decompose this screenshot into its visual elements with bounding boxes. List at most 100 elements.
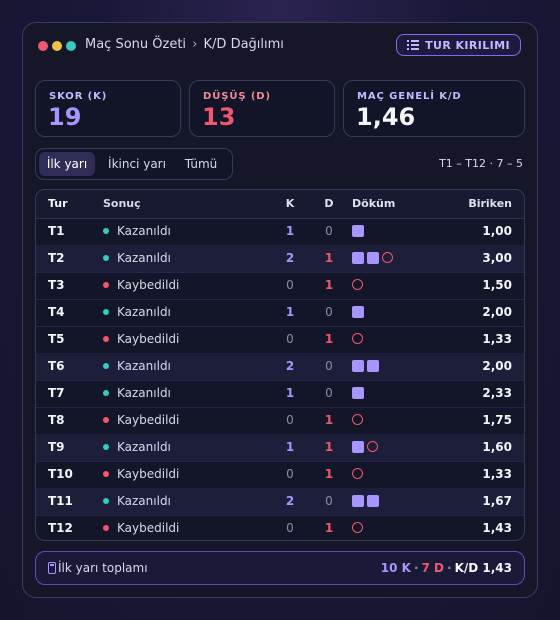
kill-square-icon [367, 360, 379, 372]
table-row[interactable]: T9 Kazanıldı 1 1 1,60 [36, 434, 524, 462]
round-label: T7 [48, 386, 65, 400]
result-label: Kaybedildi [117, 332, 180, 346]
result: Kazanıldı [103, 245, 171, 272]
table-row[interactable]: T3 Kaybedildi 0 1 1,50 [36, 272, 524, 300]
breakdown-cell [352, 225, 364, 237]
table-row[interactable]: T5 Kaybedildi 0 1 1,33 [36, 326, 524, 354]
kill-square-icon [352, 306, 364, 318]
table-row[interactable]: T10 Kaybedildi 0 1 1,33 [36, 461, 524, 489]
kills-cell: 0 [286, 332, 294, 346]
window-maximize-dot[interactable] [66, 41, 76, 51]
window-close-dot[interactable] [38, 41, 48, 51]
deaths-cell: 0 [325, 224, 333, 238]
kills-cell: 0 [286, 278, 294, 292]
window-minimize-dot[interactable] [52, 41, 62, 51]
kd-panel: Maç Sonu Özeti › K/D Dağılımı TUR KIRILI… [22, 22, 538, 598]
kill-square-icon [352, 360, 364, 372]
breakdown-cell [352, 387, 364, 399]
kill-square-icon [367, 495, 379, 507]
result: Kazanıldı [103, 353, 171, 380]
table-row[interactable]: T11 Kazanıldı 2 0 1,67 [36, 488, 524, 516]
result-label: Kazanıldı [117, 305, 171, 319]
breadcrumb: Maç Sonu Özeti › K/D Dağılımı [85, 37, 284, 52]
cumulative-cell: 1,75 [482, 413, 512, 427]
result-label: Kazanıldı [117, 440, 171, 454]
breakdown-cell [352, 522, 363, 533]
cumulative-cell: 2,00 [482, 305, 512, 319]
kills-cell: 1 [285, 224, 295, 238]
round-breakdown-label: TUR KIRILIMI [425, 38, 510, 52]
breakdown-cell [352, 252, 393, 264]
half-tabs: İlk yarı İkinci yarı Tümü [35, 148, 233, 180]
win-dot-icon [103, 363, 109, 369]
result: Kaybedildi [103, 272, 179, 299]
win-dot-icon [103, 228, 109, 234]
kills-cell: 0 [286, 467, 294, 481]
death-circle-icon [367, 441, 378, 452]
breakdown-cell [352, 360, 379, 372]
result: Kazanıldı [103, 380, 171, 407]
round-label: T5 [48, 332, 65, 346]
round-table: Tur Sonuç K D Döküm Biriken T1 Kazanıldı 1… [35, 189, 525, 541]
kills-cell: 0 [286, 413, 294, 427]
cumulative-cell: 2,00 [482, 359, 512, 373]
win-dot-icon [103, 390, 109, 396]
kills-cell: 2 [285, 359, 295, 373]
result: Kaybedildi [103, 326, 179, 353]
deaths-label: DÜŞÜŞ (D) [203, 91, 271, 102]
result-label: Kaybedildi [117, 413, 180, 427]
round-label: T8 [48, 413, 65, 427]
breadcrumb-current: K/D Dağılımı [203, 37, 284, 52]
cumulative-cell: 1,43 [482, 521, 512, 535]
result-label: Kazanıldı [117, 224, 171, 238]
kills-cell: 0 [286, 521, 294, 535]
breadcrumb-parent[interactable]: Maç Sonu Özeti [85, 37, 186, 52]
list-icon [407, 40, 420, 50]
result-label: Kaybedildi [117, 278, 180, 292]
total-label: İlk yarı toplamı [58, 561, 148, 575]
table-row[interactable]: T6 Kazanıldı 2 0 2,00 [36, 353, 524, 381]
kd-card: MAÇ GENELİ K/D 1,46 [343, 80, 525, 137]
loss-dot-icon [103, 336, 109, 342]
deaths-value: 13 [202, 103, 236, 131]
cumulative-cell: 1,60 [482, 440, 512, 454]
total-value: 10 K · 7 D · K/D 1,43 [381, 561, 512, 575]
table-row[interactable]: T1 Kazanıldı 1 0 1,00 [36, 218, 524, 246]
table-row[interactable]: T7 Kazanıldı 1 0 2,33 [36, 380, 524, 408]
result: Kaybedildi [103, 407, 179, 434]
tab-first-half[interactable]: İlk yarı [39, 152, 95, 176]
title-bar: Maç Sonu Özeti › K/D Dağılımı TUR KIRILI… [37, 34, 523, 59]
table-row[interactable]: T2 Kazanıldı 2 1 3,00 [36, 245, 524, 273]
total-deaths: 7 D [421, 561, 445, 575]
deaths-cell: 1 [324, 332, 334, 346]
deaths-cell: 1 [324, 413, 334, 427]
breakdown-cell [352, 279, 363, 290]
cumulative-cell: 1,67 [482, 494, 512, 508]
round-range: T1 – T12 · 7 – 5 [439, 157, 523, 170]
cumulative-cell: 2,33 [482, 386, 512, 400]
table-row[interactable]: T8 Kaybedildi 0 1 1,75 [36, 407, 524, 435]
deaths-cell: 0 [325, 359, 333, 373]
result: Kazanıldı [103, 488, 171, 515]
win-dot-icon [103, 255, 109, 261]
table-row[interactable]: T12 Kaybedildi 0 1 1,43 [36, 515, 524, 540]
round-label: T10 [48, 467, 73, 481]
cumulative-cell: 1,50 [482, 278, 512, 292]
result-label: Kazanıldı [117, 494, 171, 508]
kills-value: 19 [48, 103, 82, 131]
cumulative-cell: 3,00 [482, 251, 512, 265]
table-row[interactable]: T4 Kazanıldı 1 0 2,00 [36, 299, 524, 327]
deaths-cell: 1 [324, 521, 334, 535]
round-label: T11 [48, 494, 73, 508]
kill-square-icon [352, 495, 364, 507]
table-header: Tur Sonuç K D Döküm Biriken [36, 190, 524, 219]
total-sep-2: · [447, 561, 452, 575]
tab-second-half[interactable]: İkinci yarı [102, 152, 172, 176]
deaths-cell: 0 [325, 386, 333, 400]
header-k: K [285, 197, 295, 210]
death-circle-icon [352, 522, 363, 533]
round-breakdown-button[interactable]: TUR KIRILIMI [396, 34, 521, 56]
breakdown-cell [352, 441, 378, 453]
tab-all[interactable]: Tümü [176, 152, 226, 176]
calculator-icon [48, 562, 56, 574]
